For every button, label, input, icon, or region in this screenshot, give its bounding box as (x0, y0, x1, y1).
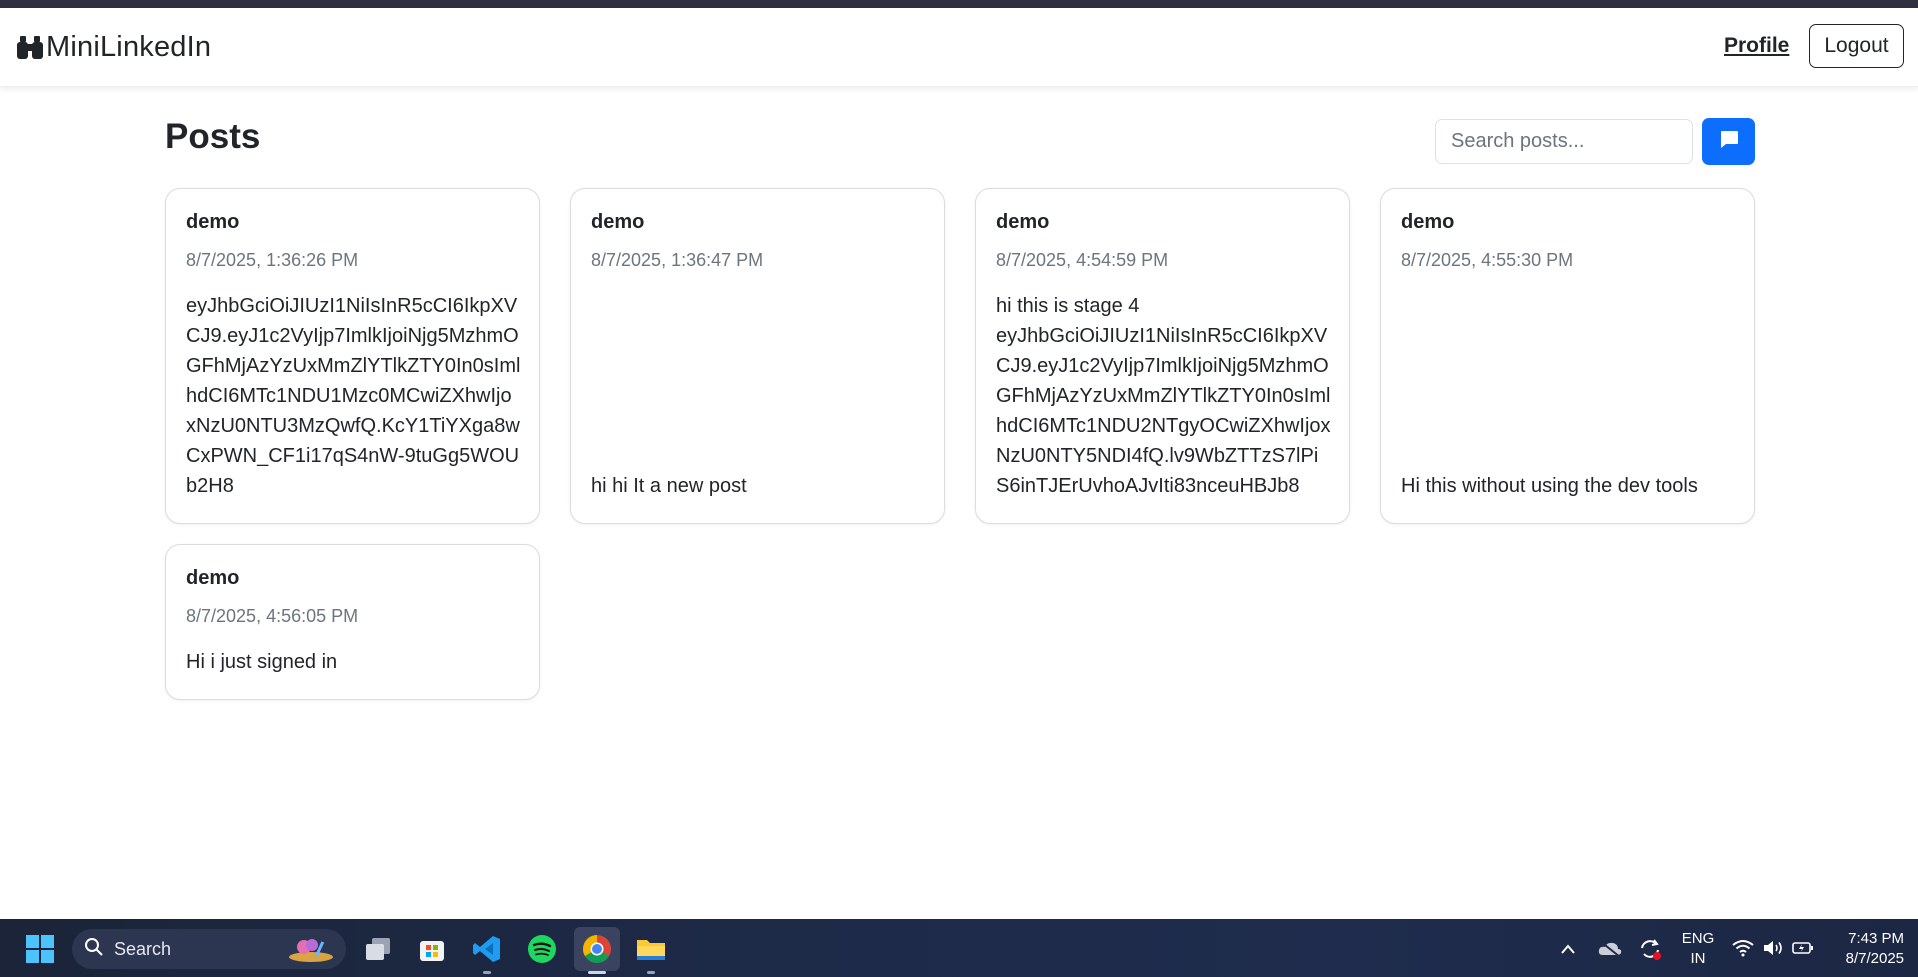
profile-link[interactable]: Profile (1724, 34, 1789, 58)
clock[interactable]: 7:43 PM 8/7/2025 (1826, 929, 1904, 969)
brand[interactable]: MiniLinkedIn (16, 31, 211, 63)
volume-icon[interactable] (1760, 935, 1786, 961)
post-author: demo (591, 211, 645, 233)
spotify-icon[interactable] (524, 931, 560, 967)
clock-time: 7:43 PM (1848, 930, 1904, 947)
search-highlight-icon (286, 935, 336, 968)
page-title: Posts (165, 117, 261, 156)
task-view-icon[interactable] (360, 931, 396, 967)
window-top-strip (0, 0, 1918, 8)
vscode-icon[interactable] (469, 931, 505, 967)
taskbar-search-label: Search (114, 938, 172, 959)
taskbar-search[interactable]: Search (72, 929, 346, 969)
post-author: demo (186, 211, 240, 233)
post-date: 8/7/2025, 4:54:59 PM (996, 250, 1169, 270)
post-card: demo 8/7/2025, 4:54:59 PM hi this is sta… (975, 188, 1350, 524)
post-card: demo 8/7/2025, 1:36:26 PM eyJhbGciOiJIUz… (165, 188, 540, 524)
chrome-active-indicator (588, 971, 606, 974)
post-content: hi hi It a new post (591, 475, 747, 497)
file-explorer-icon[interactable] (633, 931, 669, 967)
post-content: hi this is stage 4 eyJhbGciOiJIUzI1NiIsI… (996, 295, 1331, 497)
post-card: demo 8/7/2025, 4:55:30 PM Hi this withou… (1380, 188, 1755, 524)
post-content: Hi i just signed in (186, 651, 338, 673)
post-card: demo 8/7/2025, 4:56:05 PM Hi i just sign… (165, 544, 540, 700)
binoculars-icon (16, 33, 44, 61)
post-date: 8/7/2025, 4:55:30 PM (1401, 250, 1574, 270)
post-card: demo 8/7/2025, 1:36:47 PM hi hi It a new… (570, 188, 945, 524)
chrome-icon[interactable] (574, 927, 620, 971)
microsoft-store-icon[interactable] (414, 931, 450, 967)
vscode-running-indicator (483, 971, 491, 974)
post-author: demo (996, 211, 1050, 233)
sync-icon[interactable] (1636, 935, 1664, 963)
post-date: 8/7/2025, 1:36:26 PM (186, 250, 359, 270)
language-indicator[interactable]: ENG IN (1678, 929, 1718, 969)
clock-date: 8/7/2025 (1845, 950, 1904, 967)
region-code: IN (1690, 950, 1706, 967)
search-icon (84, 937, 104, 962)
onedrive-icon[interactable] (1596, 935, 1624, 963)
logout-button[interactable]: Logout (1809, 24, 1904, 68)
taskbar: Search ENG IN 7:43 PM 8/7/2025 (0, 919, 1918, 977)
wifi-icon[interactable] (1730, 935, 1756, 961)
battery-icon[interactable] (1790, 935, 1816, 961)
navbar: MiniLinkedIn Profile Logout (0, 8, 1918, 87)
windows-start-icon[interactable] (24, 933, 56, 965)
message-icon (1718, 128, 1740, 155)
chevron-up-icon[interactable] (1556, 937, 1580, 961)
post-date: 8/7/2025, 1:36:47 PM (591, 250, 764, 270)
language-code: ENG (1681, 930, 1715, 947)
explorer-running-indicator (647, 971, 655, 974)
post-content: Hi this without using the dev tools (1401, 475, 1698, 497)
post-date: 8/7/2025, 4:56:05 PM (186, 606, 359, 626)
post-author: demo (1401, 211, 1455, 233)
post-author: demo (186, 567, 240, 589)
search-posts-input[interactable] (1435, 119, 1693, 164)
new-post-button[interactable] (1702, 118, 1755, 165)
brand-name: MiniLinkedIn (46, 30, 212, 63)
post-content: eyJhbGciOiJIUzI1NiIsInR5cCI6IkpXVCJ9.eyJ… (186, 295, 521, 497)
